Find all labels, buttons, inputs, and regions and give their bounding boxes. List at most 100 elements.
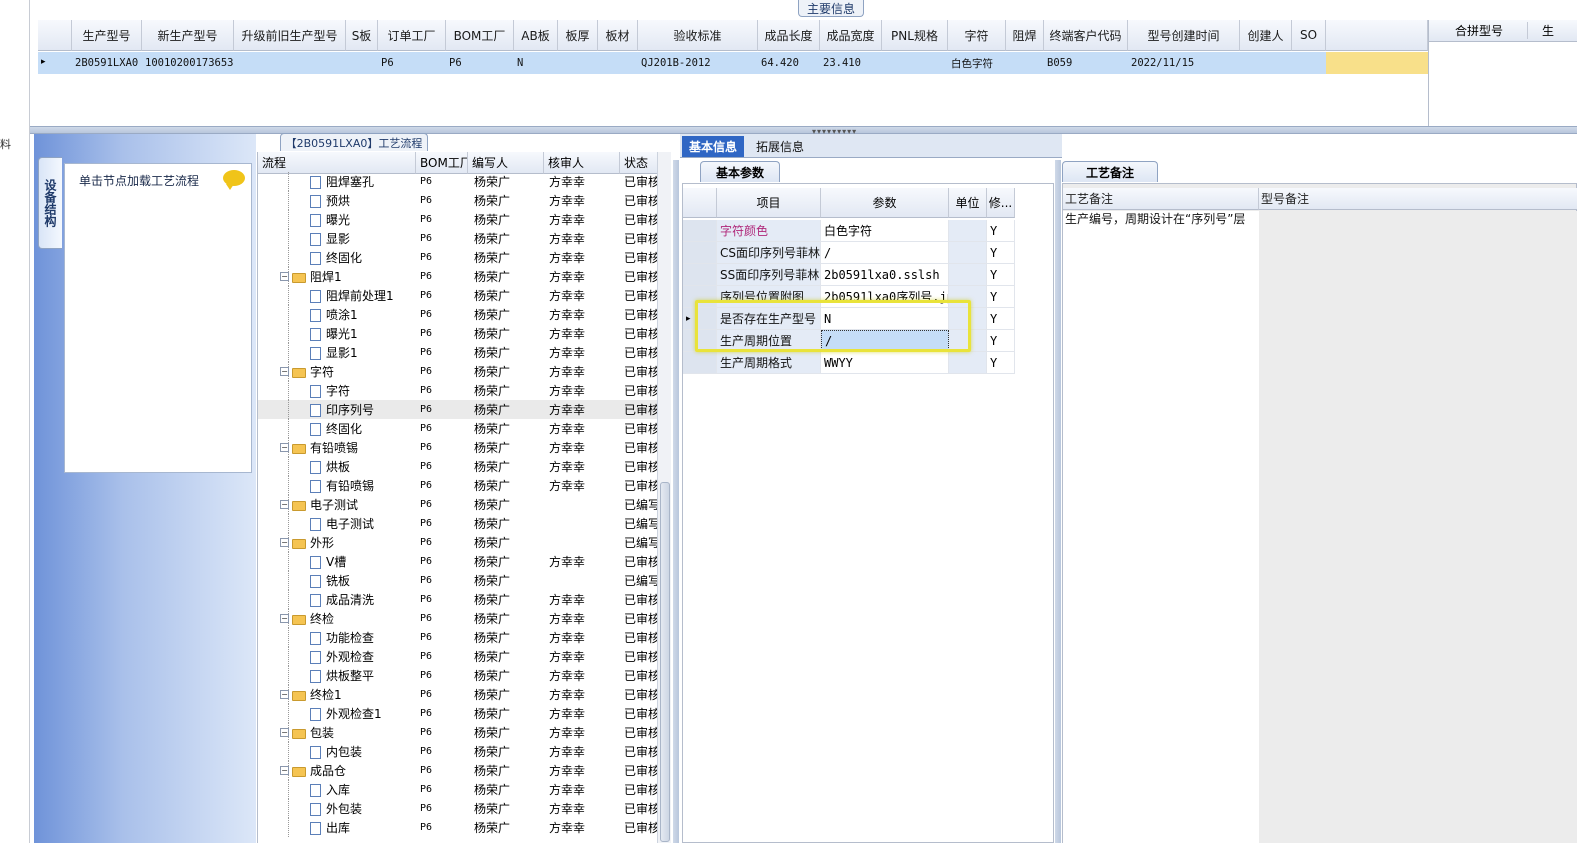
tree-node[interactable]: 阻焊塞孔 bbox=[310, 172, 416, 191]
tree-node[interactable]: − 阻焊1 bbox=[280, 267, 416, 286]
process-notes-text[interactable]: 生产编号，周期设计在“序列号”层 bbox=[1063, 211, 1259, 843]
column-header[interactable]: AB板 bbox=[514, 20, 558, 51]
tree-row[interactable]: 喷涂1 P6 杨荣广 方幸幸 已审核 bbox=[258, 305, 658, 324]
tree-node[interactable]: 功能检查 bbox=[310, 628, 416, 647]
tree-node[interactable]: 铣板 bbox=[310, 571, 416, 590]
tab-device-structure[interactable]: 设备结构 bbox=[38, 157, 62, 249]
tree-row[interactable]: 显影 P6 杨荣广 方幸幸 已审核 bbox=[258, 229, 658, 248]
tree-scrollbar[interactable] bbox=[657, 152, 671, 843]
params-cell-param[interactable]: 白色字符 bbox=[821, 220, 949, 242]
params-row[interactable]: 字符颜色 白色字符 Y bbox=[683, 220, 1053, 242]
tree-node[interactable]: 曝光 bbox=[310, 210, 416, 229]
tree-row[interactable]: 曝光1 P6 杨荣广 方幸幸 已审核 bbox=[258, 324, 658, 343]
tree-node[interactable]: 电子测试 bbox=[310, 514, 416, 533]
tree-row[interactable]: 字符 P6 杨荣广 方幸幸 已审核 bbox=[258, 381, 658, 400]
tab-basic-params[interactable]: 基本参数 bbox=[700, 161, 780, 182]
tree-node[interactable]: 内包装 bbox=[310, 742, 416, 761]
tree-node[interactable]: − 字符 bbox=[280, 362, 416, 381]
tree-row[interactable]: 显影1 P6 杨荣广 方幸幸 已审核 bbox=[258, 343, 658, 362]
params-column-header[interactable]: 参数 bbox=[821, 188, 949, 218]
tree-node[interactable]: 显影1 bbox=[310, 343, 416, 362]
column-header[interactable]: 阻焊 bbox=[1006, 20, 1044, 51]
table-cell[interactable] bbox=[1240, 52, 1292, 74]
table-cell[interactable]: 64.420 bbox=[758, 52, 820, 74]
column-header[interactable]: 升级前旧生产型号 bbox=[234, 20, 346, 51]
column-header[interactable]: PNL规格 bbox=[882, 20, 948, 51]
tree-row[interactable]: − 终检 P6 杨荣广 方幸幸 已审核 bbox=[258, 609, 658, 628]
collapse-icon[interactable]: − bbox=[280, 272, 289, 281]
tree-column-header[interactable]: 状态 bbox=[620, 152, 658, 174]
tree-node[interactable]: 入库 bbox=[310, 780, 416, 799]
tree-row[interactable]: 烘板 P6 杨荣广 方幸幸 已审核 bbox=[258, 457, 658, 476]
tree-node[interactable]: − 包装 bbox=[280, 723, 416, 742]
column-header[interactable]: 型号创建时间 bbox=[1128, 20, 1240, 51]
row-selector[interactable] bbox=[683, 242, 717, 264]
table-cell[interactable]: 2022/11/15 bbox=[1128, 52, 1240, 74]
tree-node[interactable]: − 成品仓 bbox=[280, 761, 416, 780]
params-cell-param[interactable]: / bbox=[821, 242, 949, 264]
table-cell[interactable] bbox=[234, 52, 346, 74]
table-cell[interactable] bbox=[558, 52, 598, 74]
vertical-splitter-right[interactable] bbox=[1055, 160, 1061, 843]
params-row[interactable]: 生产周期格式 WWYY Y bbox=[683, 352, 1053, 374]
tree-node[interactable]: 字符 bbox=[310, 381, 416, 400]
column-header[interactable]: 板材 bbox=[598, 20, 638, 51]
tree-scroll-thumb[interactable] bbox=[660, 482, 670, 842]
tree-row[interactable]: 阻焊前处理1 P6 杨荣广 方幸幸 已审核 bbox=[258, 286, 658, 305]
tree-column-header[interactable]: 编写人 bbox=[468, 152, 544, 174]
tree-row[interactable]: 有铅喷锡 P6 杨荣广 方幸幸 已审核 bbox=[258, 476, 658, 495]
collapse-icon[interactable]: − bbox=[280, 538, 289, 547]
table-cell[interactable] bbox=[1006, 52, 1044, 74]
row-selector[interactable] bbox=[683, 264, 717, 286]
tree-node[interactable]: − 电子测试 bbox=[280, 495, 416, 514]
collapse-icon[interactable]: − bbox=[280, 367, 289, 376]
params-row[interactable]: CS面印序列号菲林 / Y bbox=[683, 242, 1053, 264]
tree-node[interactable]: 烘板整平 bbox=[310, 666, 416, 685]
collapse-icon[interactable]: − bbox=[280, 690, 289, 699]
table-cell[interactable]: P6 bbox=[446, 52, 514, 74]
column-header[interactable]: 订单工厂 bbox=[378, 20, 446, 51]
column-header[interactable]: 成品宽度 bbox=[820, 20, 882, 51]
tree-row[interactable]: − 有铅喷锡 P6 杨荣广 方幸幸 已审核 bbox=[258, 438, 658, 457]
tree-node[interactable]: 阻焊前处理1 bbox=[310, 286, 416, 305]
vertical-splitter-left[interactable] bbox=[673, 160, 679, 843]
params-row[interactable]: SS面印序列号菲林 2b0591lxa0.sslsh Y bbox=[683, 264, 1053, 286]
tree-column-header[interactable]: BOM工厂 bbox=[416, 152, 468, 174]
tree-node[interactable]: − 有铅喷锡 bbox=[280, 438, 416, 457]
column-header[interactable]: 验收标准 bbox=[638, 20, 758, 51]
tree-node[interactable]: 终固化 bbox=[310, 419, 416, 438]
params-cell-param[interactable]: WWYY bbox=[821, 352, 949, 374]
tree-row[interactable]: 出库 P6 杨荣广 方幸幸 已审核 bbox=[258, 818, 658, 837]
params-column-header[interactable]: 单位 bbox=[949, 188, 987, 218]
tree-node[interactable]: V槽 bbox=[310, 552, 416, 571]
row-selector[interactable] bbox=[683, 220, 717, 242]
main-info-tab[interactable]: 主要信息 bbox=[798, 0, 864, 17]
collapse-icon[interactable]: − bbox=[280, 500, 289, 509]
tree-node[interactable]: 有铅喷锡 bbox=[310, 476, 416, 495]
tree-node[interactable]: 终固化 bbox=[310, 248, 416, 267]
tree-column-header[interactable]: 流程 bbox=[258, 152, 416, 174]
params-column-header[interactable]: 项目 bbox=[717, 188, 821, 218]
horizontal-splitter[interactable] bbox=[30, 126, 1577, 134]
column-header[interactable]: SO bbox=[1292, 20, 1326, 51]
tree-row[interactable]: 电子测试 P6 杨荣广 已编写 bbox=[258, 514, 658, 533]
tree-row[interactable]: 外观检查 P6 杨荣广 方幸幸 已审核 bbox=[258, 647, 658, 666]
model-notes-area[interactable] bbox=[1259, 211, 1577, 843]
tree-node[interactable]: 外观检查 bbox=[310, 647, 416, 666]
row-selector[interactable] bbox=[683, 352, 717, 374]
table-cell[interactable]: 10010200173653 bbox=[142, 52, 234, 74]
table-cell[interactable]: N bbox=[514, 52, 558, 74]
tree-node[interactable]: 烘板 bbox=[310, 457, 416, 476]
table-cell[interactable] bbox=[346, 52, 378, 74]
tree-node[interactable]: 曝光1 bbox=[310, 324, 416, 343]
column-header[interactable]: BOM工厂 bbox=[446, 20, 514, 51]
column-header[interactable]: 终端客户代码 bbox=[1044, 20, 1128, 51]
tree-row[interactable]: − 电子测试 P6 杨荣广 已编写 bbox=[258, 495, 658, 514]
column-header[interactable]: 板厚 bbox=[558, 20, 598, 51]
table-cell[interactable] bbox=[882, 52, 948, 74]
column-header[interactable]: S板 bbox=[346, 20, 378, 51]
table-cell[interactable]: 白色字符 bbox=[948, 52, 1006, 74]
table-cell[interactable]: B059 bbox=[1044, 52, 1128, 74]
column-header[interactable]: 生产型号 bbox=[72, 20, 142, 51]
tree-node[interactable]: 印序列号 bbox=[310, 400, 416, 419]
